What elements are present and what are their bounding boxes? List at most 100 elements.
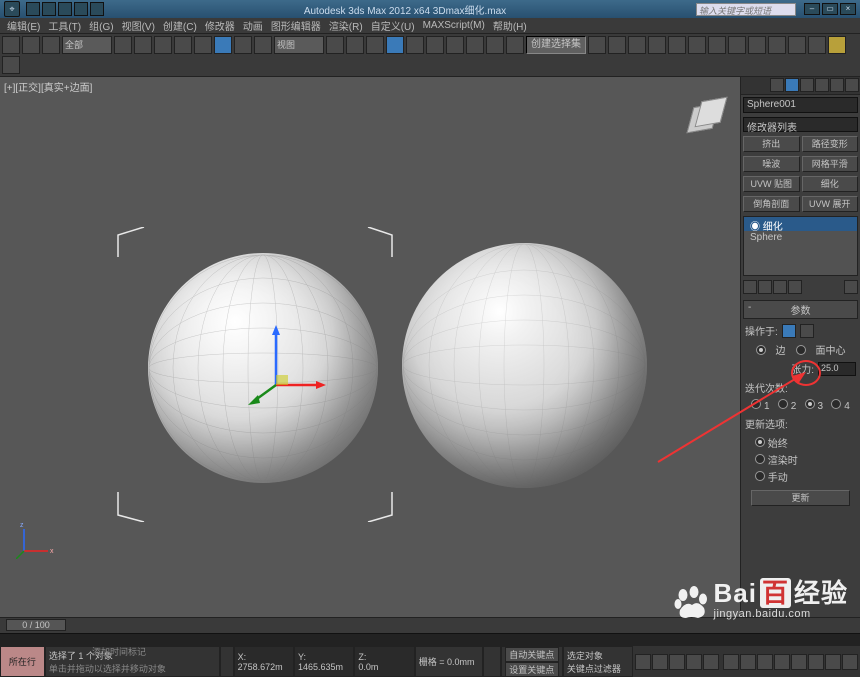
tool-icon[interactable] [768, 36, 786, 54]
object-name-field[interactable]: Sphere001 [743, 97, 858, 113]
menu-item[interactable]: 帮助(H) [490, 18, 530, 33]
tool-icon[interactable] [406, 36, 424, 54]
menu-item[interactable]: 自定义(U) [368, 18, 418, 33]
stack-tool-icon[interactable] [773, 280, 787, 294]
tool-icon[interactable] [668, 36, 686, 54]
menu-item[interactable]: 工具(T) [45, 18, 84, 33]
tool-icon[interactable] [708, 36, 726, 54]
timeline-ruler[interactable] [0, 633, 860, 645]
tool-icon[interactable] [748, 36, 766, 54]
modifier-button[interactable]: 挤出 [743, 136, 800, 152]
stack-item[interactable]: Sphere [744, 231, 857, 245]
update-manual-radio[interactable] [755, 471, 765, 481]
app-logo-icon[interactable]: ⌖ [4, 1, 20, 17]
tool-icon[interactable] [42, 36, 60, 54]
rotate-tool-icon[interactable] [234, 36, 252, 54]
tool-icon[interactable] [346, 36, 364, 54]
orbit-icon[interactable] [774, 654, 790, 670]
ref-coord-dropdown[interactable]: 视图 [274, 36, 324, 54]
time-slider[interactable]: 0 / 100 [0, 617, 860, 633]
tool-icon[interactable] [2, 36, 20, 54]
tool-icon[interactable] [174, 36, 192, 54]
help-search-input[interactable]: 输入关键字或短语 [696, 3, 796, 16]
facecenter-radio[interactable] [796, 345, 806, 355]
max-toggle-icon[interactable] [791, 654, 807, 670]
scale-tool-icon[interactable] [254, 36, 272, 54]
menu-item[interactable]: 渲染(R) [326, 18, 366, 33]
modifier-button[interactable]: 路径变形 [802, 136, 859, 152]
rollout-header[interactable]: 参数 [743, 300, 858, 319]
tool-icon[interactable] [22, 36, 40, 54]
modify-tab-icon[interactable] [785, 78, 799, 92]
zoom-icon[interactable] [723, 654, 739, 670]
viewcube[interactable] [682, 97, 730, 145]
iter-3-radio[interactable] [805, 399, 815, 409]
update-always-radio[interactable] [755, 437, 765, 447]
tool-icon[interactable] [134, 36, 152, 54]
menu-item[interactable]: 修改器 [202, 18, 238, 33]
lock-icon[interactable] [220, 646, 234, 677]
close-button[interactable]: × [840, 3, 856, 15]
script-tab[interactable]: 所在行 [0, 646, 45, 677]
stack-tool-icon[interactable] [788, 280, 802, 294]
selection-filter-dropdown[interactable]: 全部 [62, 36, 112, 54]
time-slider-handle[interactable]: 0 / 100 [6, 619, 66, 631]
iter-1-radio[interactable] [751, 399, 761, 409]
add-time-tag[interactable]: 添加时间标记 [92, 645, 146, 658]
tool-icon[interactable] [808, 36, 826, 54]
autokey-button[interactable]: 自动关键点 [505, 647, 559, 662]
tool-icon[interactable] [688, 36, 706, 54]
render-icon[interactable] [828, 36, 846, 54]
qat-icon[interactable] [74, 2, 88, 16]
stack-item[interactable]: ◉ 细化 [744, 217, 857, 231]
menu-item[interactable]: 动画 [240, 18, 266, 33]
prev-frame-icon[interactable] [652, 654, 668, 670]
tool-icon[interactable] [446, 36, 464, 54]
qat-icon[interactable] [26, 2, 40, 16]
tool-icon[interactable] [426, 36, 444, 54]
sphere-object-left[interactable] [148, 253, 378, 483]
menu-item[interactable]: 组(G) [86, 18, 116, 33]
nav-icon[interactable] [842, 654, 858, 670]
named-selection-dropdown[interactable]: 创建选择集 [526, 36, 586, 54]
update-render-radio[interactable] [755, 454, 765, 464]
nav-icon[interactable] [808, 654, 824, 670]
tool-icon[interactable] [506, 36, 524, 54]
viewport[interactable]: [+][正交][真实+边面] [0, 77, 740, 617]
motion-tab-icon[interactable] [815, 78, 829, 92]
tool-icon[interactable] [628, 36, 646, 54]
create-tab-icon[interactable] [770, 78, 784, 92]
setkey-button[interactable]: 设置关键点 [505, 662, 559, 677]
tool-icon[interactable] [588, 36, 606, 54]
sphere-object-right[interactable] [402, 243, 647, 488]
tool-icon[interactable] [194, 36, 212, 54]
goto-start-icon[interactable] [635, 654, 651, 670]
modifier-button[interactable]: 细化 [802, 176, 859, 192]
snap-icon[interactable] [386, 36, 404, 54]
viewport-label[interactable]: [+][正交][真实+边面] [4, 79, 92, 94]
edge-radio[interactable] [756, 345, 766, 355]
tension-spinner[interactable]: 25.0 [818, 362, 856, 376]
menu-item[interactable]: 图形编辑器 [268, 18, 324, 33]
modifier-button[interactable]: 网格平滑 [802, 156, 859, 172]
pan-icon[interactable] [757, 654, 773, 670]
tool-icon[interactable] [326, 36, 344, 54]
modifier-list-dropdown[interactable]: 修改器列表 [743, 117, 858, 132]
iter-4-radio[interactable] [831, 399, 841, 409]
tool-icon[interactable] [728, 36, 746, 54]
tool-icon[interactable] [366, 36, 384, 54]
move-tool-icon[interactable] [214, 36, 232, 54]
tool-icon[interactable] [114, 36, 132, 54]
nav-icon[interactable] [825, 654, 841, 670]
tool-icon[interactable] [466, 36, 484, 54]
iter-2-radio[interactable] [778, 399, 788, 409]
tool-icon[interactable] [788, 36, 806, 54]
face-mode-icon[interactable] [782, 324, 796, 338]
minimize-button[interactable]: – [804, 3, 820, 15]
menu-item[interactable]: 编辑(E) [4, 18, 43, 33]
maximize-button[interactable]: ▭ [822, 3, 838, 15]
status-icon[interactable] [483, 646, 501, 677]
modifier-button[interactable]: 倒角剖面 [743, 196, 800, 212]
tool-icon[interactable] [648, 36, 666, 54]
update-button[interactable]: 更新 [751, 490, 850, 506]
